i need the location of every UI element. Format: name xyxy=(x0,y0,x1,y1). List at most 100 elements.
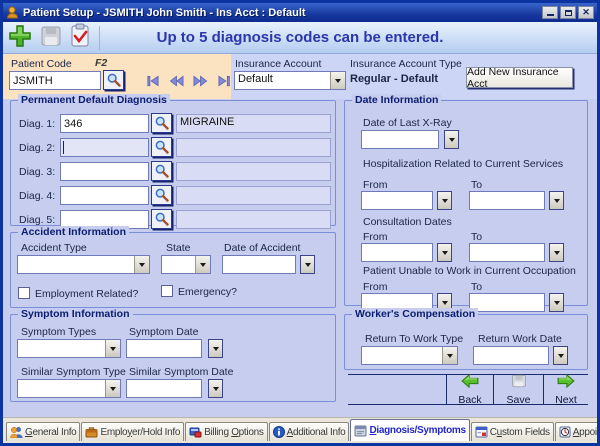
return-work-date-input[interactable] xyxy=(473,346,549,365)
magnifier-icon xyxy=(155,188,169,202)
close-button[interactable]: ✕ xyxy=(578,6,594,19)
symptom-types-label: Symptom Types xyxy=(21,326,96,338)
diag2-search-button[interactable] xyxy=(151,137,172,157)
diag4-label: Diag. 4: xyxy=(19,190,55,202)
accident-type-label: Accident Type xyxy=(21,242,87,254)
diag5-label: Diag. 5: xyxy=(19,214,55,226)
employment-related-checkbox[interactable] xyxy=(18,287,30,299)
unable-to-picker-button[interactable] xyxy=(549,293,564,312)
bottom-tab-bar: General Info Employer/Hold Info Billing … xyxy=(3,417,597,443)
diag2-code-input[interactable] xyxy=(60,138,149,157)
patient-search-button[interactable] xyxy=(103,70,124,90)
toolbar: Up to 5 diagnosis codes can be entered. xyxy=(3,22,597,54)
diag5-desc-field xyxy=(176,210,331,229)
diag2-desc-field xyxy=(176,138,331,157)
tab-custom-fields[interactable]: Custom Fields xyxy=(471,422,554,441)
symptom-types-select[interactable] xyxy=(17,339,121,358)
tab-general-info[interactable]: General Info xyxy=(6,422,80,441)
diag3-search-button[interactable] xyxy=(151,161,172,181)
patient-code-label: Patient Code xyxy=(11,58,72,70)
accident-date-picker-button[interactable] xyxy=(300,255,315,274)
dropdown-arrow-icon[interactable] xyxy=(195,256,210,273)
magnifier-icon xyxy=(155,212,169,226)
dropdown-arrow-icon[interactable] xyxy=(442,347,457,364)
diag1-search-button[interactable] xyxy=(151,113,172,133)
diag5-search-button[interactable] xyxy=(151,209,172,229)
xray-date-picker-button[interactable] xyxy=(444,130,459,149)
hosp-from-input[interactable] xyxy=(361,191,433,210)
state-select[interactable] xyxy=(161,255,211,274)
add-record-icon[interactable] xyxy=(7,23,33,54)
hosp-to-picker-button[interactable] xyxy=(549,191,564,210)
diag2-label: Diag. 2: xyxy=(19,142,55,154)
title-bar: Patient Setup - JSMITH John Smith - Ins … xyxy=(3,3,597,22)
save-icon[interactable] xyxy=(39,24,63,53)
verify-clipboard-icon[interactable] xyxy=(69,23,91,53)
xray-date-label: Date of Last X-Ray xyxy=(363,117,452,129)
header-message: Up to 5 diagnosis codes can be entered. xyxy=(157,29,444,46)
hosp-from-label: From xyxy=(363,179,388,191)
similar-symptom-type-label: Similar Symptom Type xyxy=(21,366,126,378)
diag4-search-button[interactable] xyxy=(151,185,172,205)
tab-billing-options[interactable]: Billing Options xyxy=(185,422,267,441)
insurance-type-label: Insurance Account Type xyxy=(350,58,462,70)
insurance-account-select[interactable]: Default xyxy=(234,71,346,90)
save-button[interactable]: Save xyxy=(493,375,543,404)
return-work-type-select[interactable] xyxy=(361,346,458,365)
tab-diagnosis-symptoms[interactable]: Diagnosis/Symptoms xyxy=(350,419,469,441)
accident-date-input[interactable] xyxy=(222,255,296,274)
previous-record-icon[interactable] xyxy=(169,74,184,92)
back-button[interactable]: Back xyxy=(446,375,493,404)
first-record-icon[interactable] xyxy=(145,74,160,92)
consultation-label: Consultation Dates xyxy=(363,216,452,228)
hosp-to-label: To xyxy=(471,179,482,191)
diag3-desc-field xyxy=(176,162,331,181)
consult-from-input[interactable] xyxy=(361,243,433,262)
xray-date-input[interactable] xyxy=(361,130,439,149)
people-icon xyxy=(10,426,23,438)
return-work-date-picker-button[interactable] xyxy=(553,346,568,365)
symptom-date-picker-button[interactable] xyxy=(208,339,223,358)
tab-employer-hold-info[interactable]: Employer/Hold Info xyxy=(81,422,184,441)
last-record-icon[interactable] xyxy=(217,74,232,92)
emergency-checkbox[interactable] xyxy=(161,285,173,297)
minimize-button[interactable] xyxy=(542,6,558,19)
consult-to-input[interactable] xyxy=(469,243,545,262)
diag4-code-input[interactable] xyxy=(60,186,149,205)
dropdown-arrow-icon[interactable] xyxy=(134,256,149,273)
hosp-from-picker-button[interactable] xyxy=(437,191,452,210)
restore-button[interactable] xyxy=(560,6,576,19)
tab-appointments[interactable]: Appointments xyxy=(555,422,597,441)
diag3-code-input[interactable] xyxy=(60,162,149,181)
dropdown-arrow-icon[interactable] xyxy=(105,340,120,357)
accident-date-label: Date of Accident xyxy=(224,242,300,254)
dropdown-arrow-icon[interactable] xyxy=(330,72,345,89)
add-insurance-button[interactable]: Add New Insurance Acct xyxy=(466,67,573,88)
accident-group-title: Accident Information xyxy=(18,226,129,238)
similar-symptom-date-label: Similar Symptom Date xyxy=(129,366,233,378)
return-work-date-label: Return Work Date xyxy=(478,333,562,345)
unable-to-input[interactable] xyxy=(469,293,545,312)
accident-type-select[interactable] xyxy=(17,255,150,274)
patient-setup-window: Patient Setup - JSMITH John Smith - Ins … xyxy=(0,0,600,446)
next-button[interactable]: Next xyxy=(543,375,588,404)
similar-symptom-type-select[interactable] xyxy=(17,379,121,398)
wizard-button-strip: Back Save Next xyxy=(348,374,588,405)
info-circle-icon xyxy=(273,426,285,438)
dropdown-arrow-icon[interactable] xyxy=(105,380,120,397)
diag1-code-input[interactable] xyxy=(60,114,149,133)
hosp-to-input[interactable] xyxy=(469,191,545,210)
consult-from-picker-button[interactable] xyxy=(437,243,452,262)
unable-to-work-label: Patient Unable to Work in Current Occupa… xyxy=(363,265,576,277)
emergency-label: Emergency? xyxy=(178,286,237,298)
symptom-date-input[interactable] xyxy=(126,339,202,358)
patient-code-input[interactable] xyxy=(9,71,101,90)
similar-symptom-date-picker-button[interactable] xyxy=(208,379,223,398)
consult-to-picker-button[interactable] xyxy=(549,243,564,262)
window-title: Patient Setup - JSMITH John Smith - Ins … xyxy=(23,7,306,19)
similar-symptom-date-input[interactable] xyxy=(126,379,202,398)
next-record-icon[interactable] xyxy=(193,74,208,92)
diagnosis-window-icon xyxy=(354,425,367,437)
symptom-date-label: Symptom Date xyxy=(129,326,198,338)
tab-additional-info[interactable]: Additional Info xyxy=(269,422,350,441)
